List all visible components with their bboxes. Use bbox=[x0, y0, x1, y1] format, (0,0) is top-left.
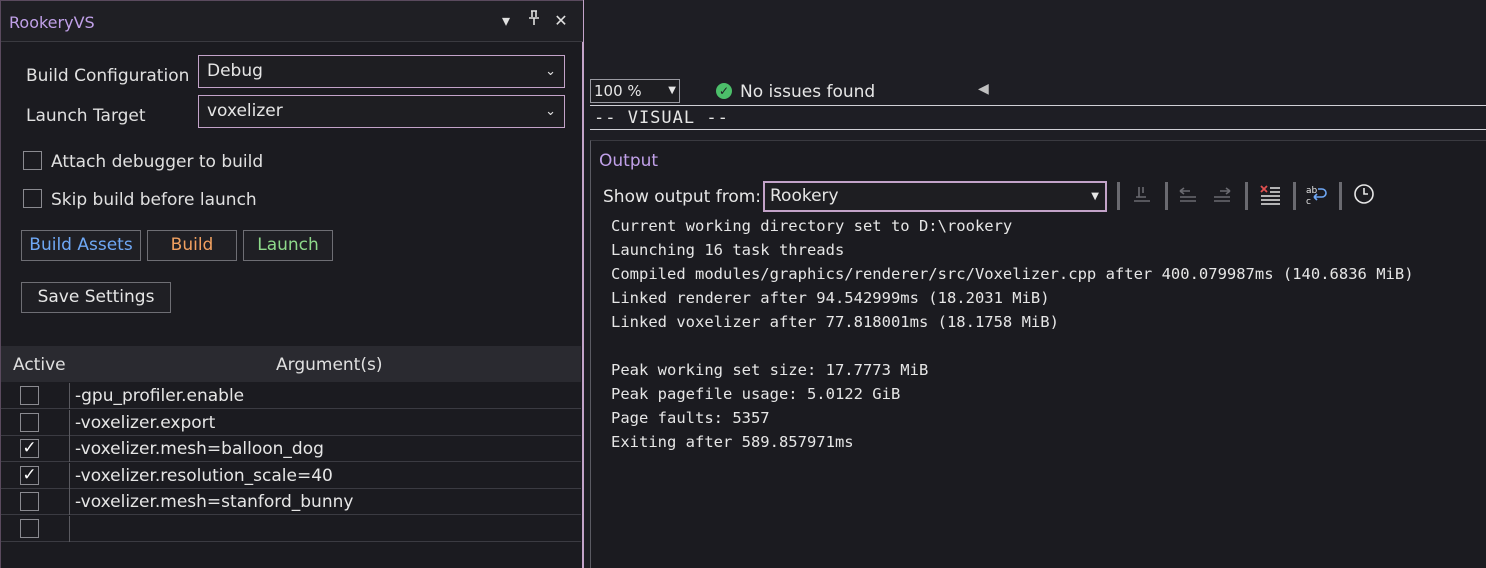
clock-icon[interactable] bbox=[1351, 183, 1377, 209]
scroll-left-icon[interactable]: ◀ bbox=[978, 81, 989, 97]
launch-target-label: Launch Target bbox=[26, 106, 146, 126]
column-separator bbox=[69, 409, 70, 436]
editor-area: 100 % ▼ ✓ No issues found ◀ -- VISUAL --… bbox=[586, 0, 1486, 568]
argument-cell[interactable]: -voxelizer.export bbox=[75, 413, 215, 433]
column-separator bbox=[69, 515, 70, 542]
dropdown-arrow-icon: ▼ bbox=[1091, 191, 1099, 202]
tool-window-title-bar: RookeryVS ▾ ✕ bbox=[1, 0, 583, 42]
output-panel-title: Output bbox=[599, 151, 659, 171]
arguments-grid-header: Active Argument(s) bbox=[1, 346, 581, 382]
vim-mode-bar: -- VISUAL -- bbox=[590, 105, 1486, 130]
vim-mode-text: -- VISUAL -- bbox=[594, 108, 729, 128]
output-line: Linked voxelizer after 77.818001ms (18.1… bbox=[611, 313, 1059, 331]
toolbar-separator bbox=[1165, 182, 1168, 210]
launch-target-select[interactable]: voxelizer ⌄ bbox=[198, 95, 565, 128]
output-line: Peak pagefile usage: 5.0122 GiB bbox=[611, 385, 901, 403]
show-output-from-label: Show output from: bbox=[603, 187, 762, 207]
output-line: Current working directory set to D:\rook… bbox=[611, 217, 1013, 235]
output-log[interactable]: Current working directory set to D:\rook… bbox=[591, 215, 1485, 568]
output-line: Exiting after 589.857971ms bbox=[611, 433, 854, 451]
active-checkbox[interactable] bbox=[20, 412, 39, 432]
build-assets-button[interactable]: Build Assets bbox=[21, 230, 141, 261]
toolbar-separator bbox=[1339, 182, 1342, 210]
chevron-down-icon: ⌄ bbox=[545, 64, 556, 79]
argument-cell[interactable]: -voxelizer.resolution_scale=40 bbox=[75, 466, 333, 486]
table-row[interactable] bbox=[1, 515, 581, 542]
column-separator bbox=[69, 489, 70, 515]
pin-icon[interactable] bbox=[523, 10, 545, 32]
build-configuration-select[interactable]: Debug ⌄ bbox=[198, 55, 565, 88]
build-configuration-label: Build Configuration bbox=[26, 66, 190, 86]
argument-cell[interactable]: -gpu_profiler.enable bbox=[75, 386, 244, 406]
show-output-from-value: Rookery bbox=[770, 186, 839, 206]
clear-all-icon[interactable] bbox=[1257, 183, 1283, 209]
output-line: Launching 16 task threads bbox=[611, 241, 845, 259]
svg-text:c: c bbox=[1306, 197, 1311, 207]
column-header-arguments[interactable]: Argument(s) bbox=[276, 355, 382, 375]
table-row[interactable]: ✓ -voxelizer.resolution_scale=40 bbox=[1, 462, 581, 489]
table-row[interactable]: -gpu_profiler.enable bbox=[1, 383, 581, 409]
column-separator bbox=[69, 383, 70, 409]
output-line: Peak working set size: 17.7773 MiB bbox=[611, 361, 929, 379]
toolbar-separator bbox=[1293, 182, 1296, 210]
argument-cell[interactable]: -voxelizer.mesh=balloon_dog bbox=[75, 439, 324, 459]
rookery-tool-window: RookeryVS ▾ ✕ Build Configuration Debug … bbox=[0, 0, 584, 568]
build-button[interactable]: Build bbox=[147, 230, 237, 261]
table-row[interactable]: ✓ -voxelizer.mesh=balloon_dog bbox=[1, 436, 581, 462]
chevron-down-icon: ⌄ bbox=[545, 104, 556, 119]
build-configuration-value: Debug bbox=[207, 61, 263, 81]
active-checkbox[interactable] bbox=[20, 518, 39, 538]
table-row[interactable]: -voxelizer.export bbox=[1, 409, 581, 436]
column-separator bbox=[69, 462, 70, 489]
active-checkbox[interactable]: ✓ bbox=[20, 465, 39, 485]
skip-build-checkbox[interactable] bbox=[23, 189, 42, 208]
column-separator bbox=[69, 436, 70, 462]
show-output-from-select[interactable]: Rookery ▼ bbox=[763, 181, 1107, 212]
window-dropdown-icon[interactable]: ▾ bbox=[495, 10, 517, 32]
zoom-value: 100 % bbox=[594, 82, 642, 100]
skip-build-label: Skip build before launch bbox=[51, 190, 257, 210]
issues-status[interactable]: No issues found bbox=[740, 82, 875, 102]
close-icon[interactable]: ✕ bbox=[550, 10, 572, 32]
next-message-icon[interactable] bbox=[1209, 183, 1235, 209]
active-checkbox[interactable] bbox=[20, 492, 39, 511]
attach-debugger-label: Attach debugger to build bbox=[51, 152, 264, 172]
save-settings-button[interactable]: Save Settings bbox=[21, 282, 171, 313]
column-header-active[interactable]: Active bbox=[13, 355, 66, 375]
dropdown-arrow-icon: ▼ bbox=[668, 85, 676, 96]
output-panel: Output Show output from: Rookery ▼ ab c C… bbox=[590, 140, 1486, 568]
output-line: Compiled modules/graphics/renderer/src/V… bbox=[611, 265, 1414, 283]
output-line: Linked renderer after 94.542999ms (18.20… bbox=[611, 289, 1050, 307]
word-wrap-icon[interactable]: ab c bbox=[1303, 183, 1329, 209]
active-checkbox[interactable] bbox=[20, 386, 39, 405]
toolbar-separator bbox=[1117, 182, 1120, 210]
argument-cell[interactable]: -voxelizer.mesh=stanford_bunny bbox=[75, 492, 353, 512]
table-row[interactable]: -voxelizer.mesh=stanford_bunny bbox=[1, 489, 581, 515]
check-circle-icon: ✓ bbox=[716, 83, 732, 99]
toolbar-separator bbox=[1245, 182, 1248, 210]
previous-message-icon[interactable] bbox=[1175, 183, 1201, 209]
attach-debugger-checkbox[interactable] bbox=[23, 151, 42, 170]
tool-window-title: RookeryVS bbox=[9, 13, 95, 32]
active-checkbox[interactable]: ✓ bbox=[20, 439, 39, 458]
launch-button[interactable]: Launch bbox=[243, 230, 333, 261]
output-line: Page faults: 5357 bbox=[611, 409, 770, 427]
zoom-select[interactable]: 100 % ▼ bbox=[590, 79, 680, 103]
launch-target-value: voxelizer bbox=[207, 101, 283, 121]
find-message-in-code-icon[interactable] bbox=[1129, 183, 1155, 209]
